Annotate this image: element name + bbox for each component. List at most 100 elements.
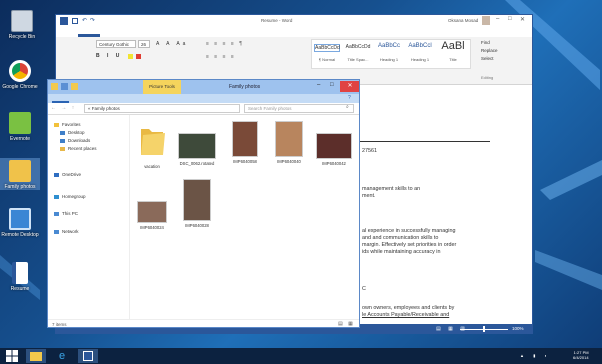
doc-line: management skills to an [362,186,421,192]
properties-icon[interactable] [61,83,68,90]
nav-item-recent-places[interactable]: Recent places [60,145,97,153]
save-icon[interactable] [72,18,78,24]
nav-item-this-pc[interactable]: This PC [54,210,78,218]
nav-item-desktop[interactable]: Desktop [60,129,85,137]
doc-line: C [362,286,366,292]
zoom-level[interactable]: 100% [512,326,524,331]
find-button[interactable]: Find [481,40,490,45]
desktop-icon-label: Recycle Bin [8,34,36,40]
network-icon [54,229,59,234]
explorer-titlebar: Picture Tools Family photos – □ ✕ [48,80,359,94]
taskbar-internet-explorer[interactable]: e [52,349,72,363]
font-format-buttons[interactable]: A A Aa [156,41,188,47]
nav-item-onedrive[interactable]: OneDrive [54,171,81,179]
word-ribbon: Century Gothic 26 A A Aa B I U ≡ ≡ ≡ ≡ ¶… [56,37,532,85]
list-item[interactable]: IMP6040058 [223,121,267,164]
desktop-icon-label: Evernote [9,136,30,142]
system-tray-icons[interactable]: ▲ ▮ ◖ [520,353,551,358]
bold-italic-underline-buttons[interactable]: B I U [96,53,122,59]
list-item[interactable]: IMP6040028 [175,179,219,228]
explorer-window: Picture Tools Family photos – □ ✕ FileHo… [47,79,360,328]
highlight-color-icon[interactable] [128,54,133,59]
styles-gallery[interactable]: AaBbCcDd AaBbCcDd AaBbCc AaBbCcl AaBl ¶ … [311,39,471,69]
style-preview[interactable]: AaBl [438,40,468,52]
breadcrumb[interactable]: « Family photos [84,104,240,113]
back-forward-buttons[interactable]: ← → ↑ [51,105,76,111]
nav-item-network[interactable]: Network [54,228,79,236]
photo-thumbnail [316,133,352,159]
nav-label: Recent places [68,146,97,151]
font-name-select[interactable]: Century Gothic [96,40,136,48]
folder-icon [141,129,165,155]
desktop-icon-remote-desktop[interactable]: Remote Desktop [0,208,40,238]
maximize-icon[interactable]: □ [508,16,512,22]
word-icon [83,351,93,361]
star-icon [54,122,59,127]
document-page[interactable]: 27561 management skills to an ment. al e… [356,85,532,324]
nav-label: OneDrive [62,172,82,177]
avatar[interactable] [482,16,490,25]
desktop-icon-label: Google Chrome [2,84,38,90]
word-title: Resume - Word [261,18,293,23]
search-input[interactable]: Search Family photos [244,104,354,113]
redo-icon[interactable]: ↷ [90,17,95,24]
maximize-icon[interactable]: □ [330,82,334,88]
style-preview[interactable]: AaBbCcDd [314,44,340,52]
replace-button[interactable]: Replace [481,48,498,53]
desktop-icon-evernote[interactable]: Evernote [0,112,40,142]
list-item[interactable]: IMP6040040 [267,121,311,164]
editing-group-label: Editing [481,75,494,80]
close-icon[interactable]: ✕ [520,16,525,23]
undo-icon[interactable]: ↶ [82,17,87,24]
item-label: IMP6040028 [185,223,209,228]
item-label: IMP6040040 [277,159,301,164]
desktop-icon-recycle-bin[interactable]: Recycle Bin [2,10,42,40]
nav-item-favorites[interactable]: Favorites [54,121,81,129]
style-preview[interactable]: AaBbCc [376,43,402,49]
style-preview[interactable]: AaBbCcl [407,43,433,49]
view-toggle-buttons[interactable]: ▤ ▦ [338,321,355,327]
new-folder-icon[interactable] [71,83,78,90]
desktop-icon-resume[interactable]: Resume [0,262,40,292]
paragraph-buttons[interactable]: ≡ ≡ ≡ ≡ ¶ [206,41,244,47]
desktop-icon-family-photos[interactable]: Family photos [0,158,40,190]
style-preview[interactable]: AaBbCcDd [345,44,371,50]
list-item[interactable]: IMP6040024 [130,201,174,230]
folder-app-icon [51,83,58,90]
homegroup-icon [54,194,59,199]
evernote-icon [9,112,31,134]
close-button[interactable]: ✕ [340,81,359,92]
item-label: IMP6040024 [140,225,164,230]
style-name: Title Spac... [347,57,369,62]
select-button[interactable]: Select [481,56,494,61]
font-size-select[interactable]: 26 [138,40,150,48]
minimize-icon[interactable]: – [496,16,499,22]
alignment-buttons[interactable]: ≡ ≡ ≡ ≡ [206,54,236,60]
nav-item-downloads[interactable]: Downloads [60,137,90,145]
zoom-slider-thumb[interactable] [483,326,485,332]
word-titlebar: ↶ ↷ Resume - Word Oksana Mosad – □ ✕ [56,15,532,27]
search-icon: ⌕ [346,104,349,110]
taskbar-word[interactable] [78,349,98,363]
remote-desktop-icon [9,208,31,230]
style-name: ¶ Normal [318,57,336,62]
nav-item-homegroup[interactable]: Homegroup [54,193,86,201]
picture-tools-tab: Picture Tools [143,80,181,94]
doc-line: own owners, employees and clients by [362,305,455,311]
desktop-icon-chrome[interactable]: Google Chrome [0,60,40,90]
minimize-icon[interactable]: – [317,82,320,88]
item-count: 7 items [52,322,67,327]
help-icon[interactable]: ? [348,95,351,101]
word-user-name[interactable]: Oksana Mosad [448,18,478,23]
onedrive-icon [54,172,59,177]
list-item[interactable]: vacation [130,123,174,169]
document-icon [12,262,28,284]
list-item[interactable]: IMP6040042 [312,133,356,166]
font-color-icon[interactable] [136,54,141,59]
word-ribbon-tabs: FILEHOMEINSERTDESIGNPAGE LAYOUTREFERENCE… [56,27,532,44]
taskbar-file-explorer[interactable] [26,349,46,363]
desktop-icon-label: Resume [10,286,30,292]
list-item[interactable]: DSC_0062.rotated [175,133,219,166]
start-button[interactable] [2,349,22,363]
clock[interactable]: 1:27 PM 6/4/2014 [573,350,589,360]
